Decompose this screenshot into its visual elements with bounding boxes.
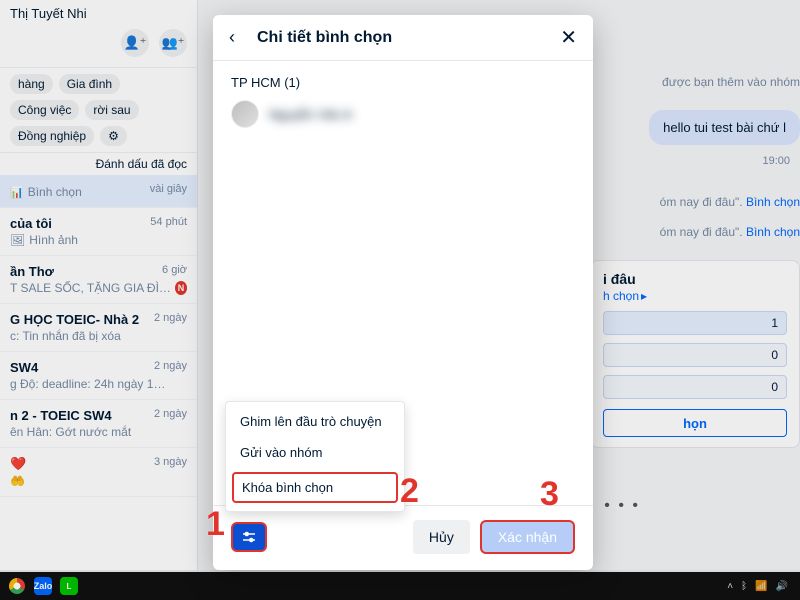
settings-popover: Ghim lên đầu trò chuyện Gửi vào nhóm Khó… (225, 401, 405, 512)
modal-title: Chi tiết bình chọn (257, 29, 392, 47)
voter-name: Nguyễn Văn A (269, 107, 352, 122)
annotation-2: 2 (400, 472, 419, 511)
menu-item-send-group[interactable]: Gửi vào nhóm (226, 437, 404, 468)
annotation-3: 3 (540, 475, 559, 514)
avatar (231, 100, 259, 128)
settings-button[interactable] (231, 522, 267, 552)
voter-row[interactable]: Nguyễn Văn A (231, 100, 575, 128)
menu-item-pin[interactable]: Ghim lên đầu trò chuyện (226, 406, 404, 437)
back-icon[interactable]: ‹ (229, 27, 247, 48)
menu-item-lock-poll[interactable]: Khóa bình chọn (232, 472, 398, 503)
modal-header: ‹ Chi tiết bình chọn ✕ (213, 15, 593, 61)
confirm-button[interactable]: Xác nhận (480, 520, 575, 554)
poll-option-header: TP HCM (1) (231, 75, 575, 90)
modal-footer: Hủy Xác nhận (213, 505, 593, 570)
close-icon[interactable]: ✕ (560, 28, 577, 48)
annotation-1: 1 (206, 505, 225, 544)
sliders-icon (240, 528, 258, 546)
cancel-button[interactable]: Hủy (413, 520, 470, 554)
